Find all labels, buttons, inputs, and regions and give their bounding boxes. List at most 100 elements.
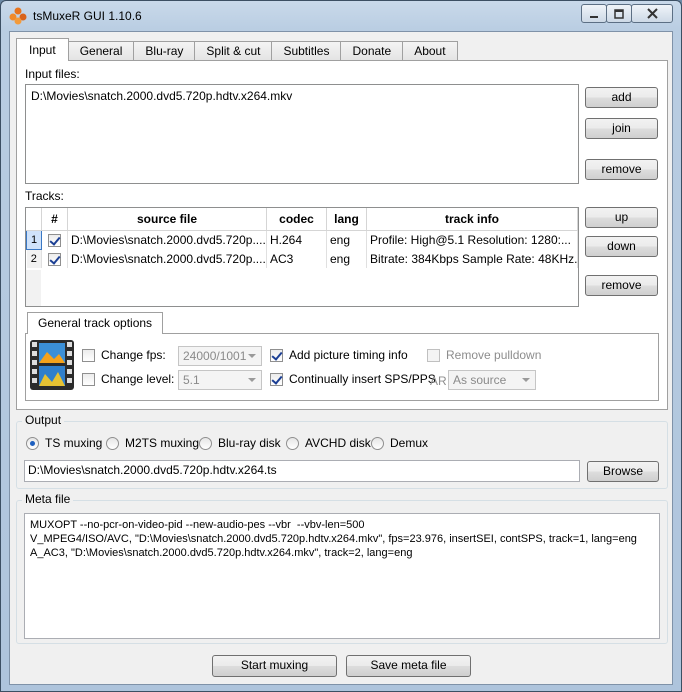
fps-select[interactable]: 24000/1001 <box>178 346 262 366</box>
ts-muxing-radio[interactable] <box>26 436 39 450</box>
change-level-checkbox[interactable] <box>82 372 95 386</box>
m2ts-muxing-label: M2TS muxing <box>125 436 200 450</box>
column-header-codec[interactable]: codec <box>266 208 327 231</box>
insert-sps-option[interactable]: Continually insert SPS/PPS <box>270 372 436 386</box>
column-header-num[interactable]: # <box>41 208 68 231</box>
tab-input[interactable]: Input <box>16 38 69 61</box>
app-window: tsMuxeR GUI 1.10.6 Input General Blu-ray… <box>0 0 682 692</box>
window-title: tsMuxeR GUI 1.10.6 <box>33 9 142 23</box>
change-fps-checkbox[interactable] <box>82 348 95 362</box>
add-button[interactable]: add <box>585 87 658 108</box>
ts-muxing-label: TS muxing <box>45 436 103 450</box>
output-path-input[interactable]: D:\Movies\snatch.2000.dvd5.720p.hdtv.x26… <box>24 460 580 482</box>
tab-general-track-options[interactable]: General track options <box>27 312 164 334</box>
tracks-header-row: # source file codec lang track info <box>26 208 578 231</box>
change-level-option[interactable]: Change level: <box>82 372 174 386</box>
tsmuxer-app-icon <box>9 7 27 25</box>
title-bar[interactable]: tsMuxeR GUI 1.10.6 <box>1 1 681 31</box>
meta-file-text[interactable]: MUXOPT --no-pcr-on-video-pid --new-audio… <box>24 513 660 639</box>
film-strip-icon <box>30 340 74 390</box>
meta-line: V_MPEG4/ISO/AVC, "D:\Movies\snatch.2000.… <box>30 533 637 545</box>
demux-label: Demux <box>390 436 429 450</box>
start-muxing-button[interactable]: Start muxing <box>212 655 337 677</box>
track-codec: AC3 <box>266 249 327 268</box>
row-header-filler <box>26 270 41 306</box>
input-files-label: Input files: <box>25 67 80 81</box>
output-group-title: Output <box>22 413 65 427</box>
main-tabs: Input General Blu-ray Split & cut Subtit… <box>16 38 458 61</box>
insert-sps-checkbox[interactable] <box>270 372 283 386</box>
chevron-down-icon <box>248 354 256 358</box>
meta-file-group-title: Meta file <box>22 492 74 506</box>
column-header-source-file[interactable]: source file <box>67 208 267 231</box>
add-timing-option[interactable]: Add picture timing info <box>270 348 408 362</box>
close-icon <box>646 8 658 19</box>
ar-select[interactable]: As source <box>448 370 536 390</box>
m2ts-muxing-radio[interactable] <box>106 436 119 450</box>
tracks-table[interactable]: # source file codec lang track info 1 D:… <box>25 207 579 307</box>
input-files-list[interactable]: D:\Movies\snatch.2000.dvd5.720p.hdtv.x26… <box>25 84 579 184</box>
track-source-file: D:\Movies\snatch.2000.dvd5.720p.... <box>67 230 267 249</box>
change-fps-label: Change fps: <box>101 348 166 362</box>
output-blu-ray-disk[interactable]: Blu-ray disk <box>199 436 281 450</box>
chevron-down-icon <box>522 378 530 382</box>
track-source-file: D:\Movies\snatch.2000.dvd5.720p.... <box>67 249 267 268</box>
remove-pulldown-option[interactable]: Remove pulldown <box>427 348 541 362</box>
tab-blu-ray[interactable]: Blu-ray <box>133 41 196 61</box>
blu-ray-disk-radio[interactable] <box>199 436 212 450</box>
track-enable-cell[interactable] <box>41 249 68 268</box>
track-enable-checkbox[interactable] <box>48 233 61 247</box>
save-meta-file-button[interactable]: Save meta file <box>346 655 471 677</box>
track-info: Bitrate: 384Kbps Sample Rate: 48KHz... <box>366 249 578 268</box>
input-tab-page: Input files: D:\Movies\snatch.2000.dvd5.… <box>16 60 668 410</box>
input-file-item[interactable]: D:\Movies\snatch.2000.dvd5.720p.hdtv.x26… <box>26 85 578 107</box>
track-lang: eng <box>326 230 367 249</box>
avchd-disk-label: AVCHD disk <box>305 436 371 450</box>
track-lang: eng <box>326 249 367 268</box>
insert-sps-label: Continually insert SPS/PPS <box>289 372 436 386</box>
remove-pulldown-label: Remove pulldown <box>446 348 542 362</box>
track-enable-cell[interactable] <box>41 230 68 249</box>
maximize-icon <box>614 8 624 19</box>
tab-donate[interactable]: Donate <box>340 41 404 61</box>
remove-pulldown-checkbox[interactable] <box>427 348 440 362</box>
maximize-button[interactable] <box>606 4 632 23</box>
up-button[interactable]: up <box>585 207 658 228</box>
row-header-column <box>26 208 42 231</box>
output-demux[interactable]: Demux <box>371 436 428 450</box>
demux-radio[interactable] <box>371 436 384 450</box>
change-fps-option[interactable]: Change fps: <box>82 348 166 362</box>
meta-line: MUXOPT --no-pcr-on-video-pid --new-audio… <box>30 519 365 531</box>
track-enable-checkbox[interactable] <box>48 252 61 266</box>
ar-select-value: As source <box>453 373 507 387</box>
close-button[interactable] <box>631 4 673 23</box>
meta-line: A_AC3, "D:\Movies\snatch.2000.dvd5.720p.… <box>30 547 413 559</box>
table-row[interactable]: 1 D:\Movies\snatch.2000.dvd5.720p.... H.… <box>26 229 578 250</box>
add-timing-label: Add picture timing info <box>289 348 408 362</box>
tab-about[interactable]: About <box>402 41 458 61</box>
down-button[interactable]: down <box>585 236 658 257</box>
fps-select-value: 24000/1001 <box>183 349 247 363</box>
tab-subtitles[interactable]: Subtitles <box>271 41 342 61</box>
row-number[interactable]: 2 <box>26 249 42 268</box>
add-timing-checkbox[interactable] <box>270 348 283 362</box>
tab-split-cut[interactable]: Split & cut <box>194 41 273 61</box>
column-header-track-info[interactable]: track info <box>366 208 578 231</box>
tracks-label: Tracks: <box>25 189 64 203</box>
change-level-label: Change level: <box>101 372 175 386</box>
output-m2ts-muxing[interactable]: M2TS muxing <box>106 436 199 450</box>
browse-button[interactable]: Browse <box>587 461 659 482</box>
remove-track-button[interactable]: remove <box>585 275 658 296</box>
minimize-button[interactable] <box>581 4 607 23</box>
join-button[interactable]: join <box>585 118 658 139</box>
output-avchd-disk[interactable]: AVCHD disk <box>286 436 371 450</box>
avchd-disk-radio[interactable] <box>286 436 299 450</box>
column-header-lang[interactable]: lang <box>326 208 367 231</box>
track-info: Profile: High@5.1 Resolution: 1280:... <box>366 230 578 249</box>
level-select[interactable]: 5.1 <box>178 370 262 390</box>
row-number[interactable]: 1 <box>26 229 42 250</box>
tab-general[interactable]: General <box>67 41 135 61</box>
output-ts-muxing[interactable]: TS muxing <box>26 436 102 450</box>
remove-file-button[interactable]: remove <box>585 159 658 180</box>
table-row[interactable]: 2 D:\Movies\snatch.2000.dvd5.720p.... AC… <box>26 249 578 268</box>
